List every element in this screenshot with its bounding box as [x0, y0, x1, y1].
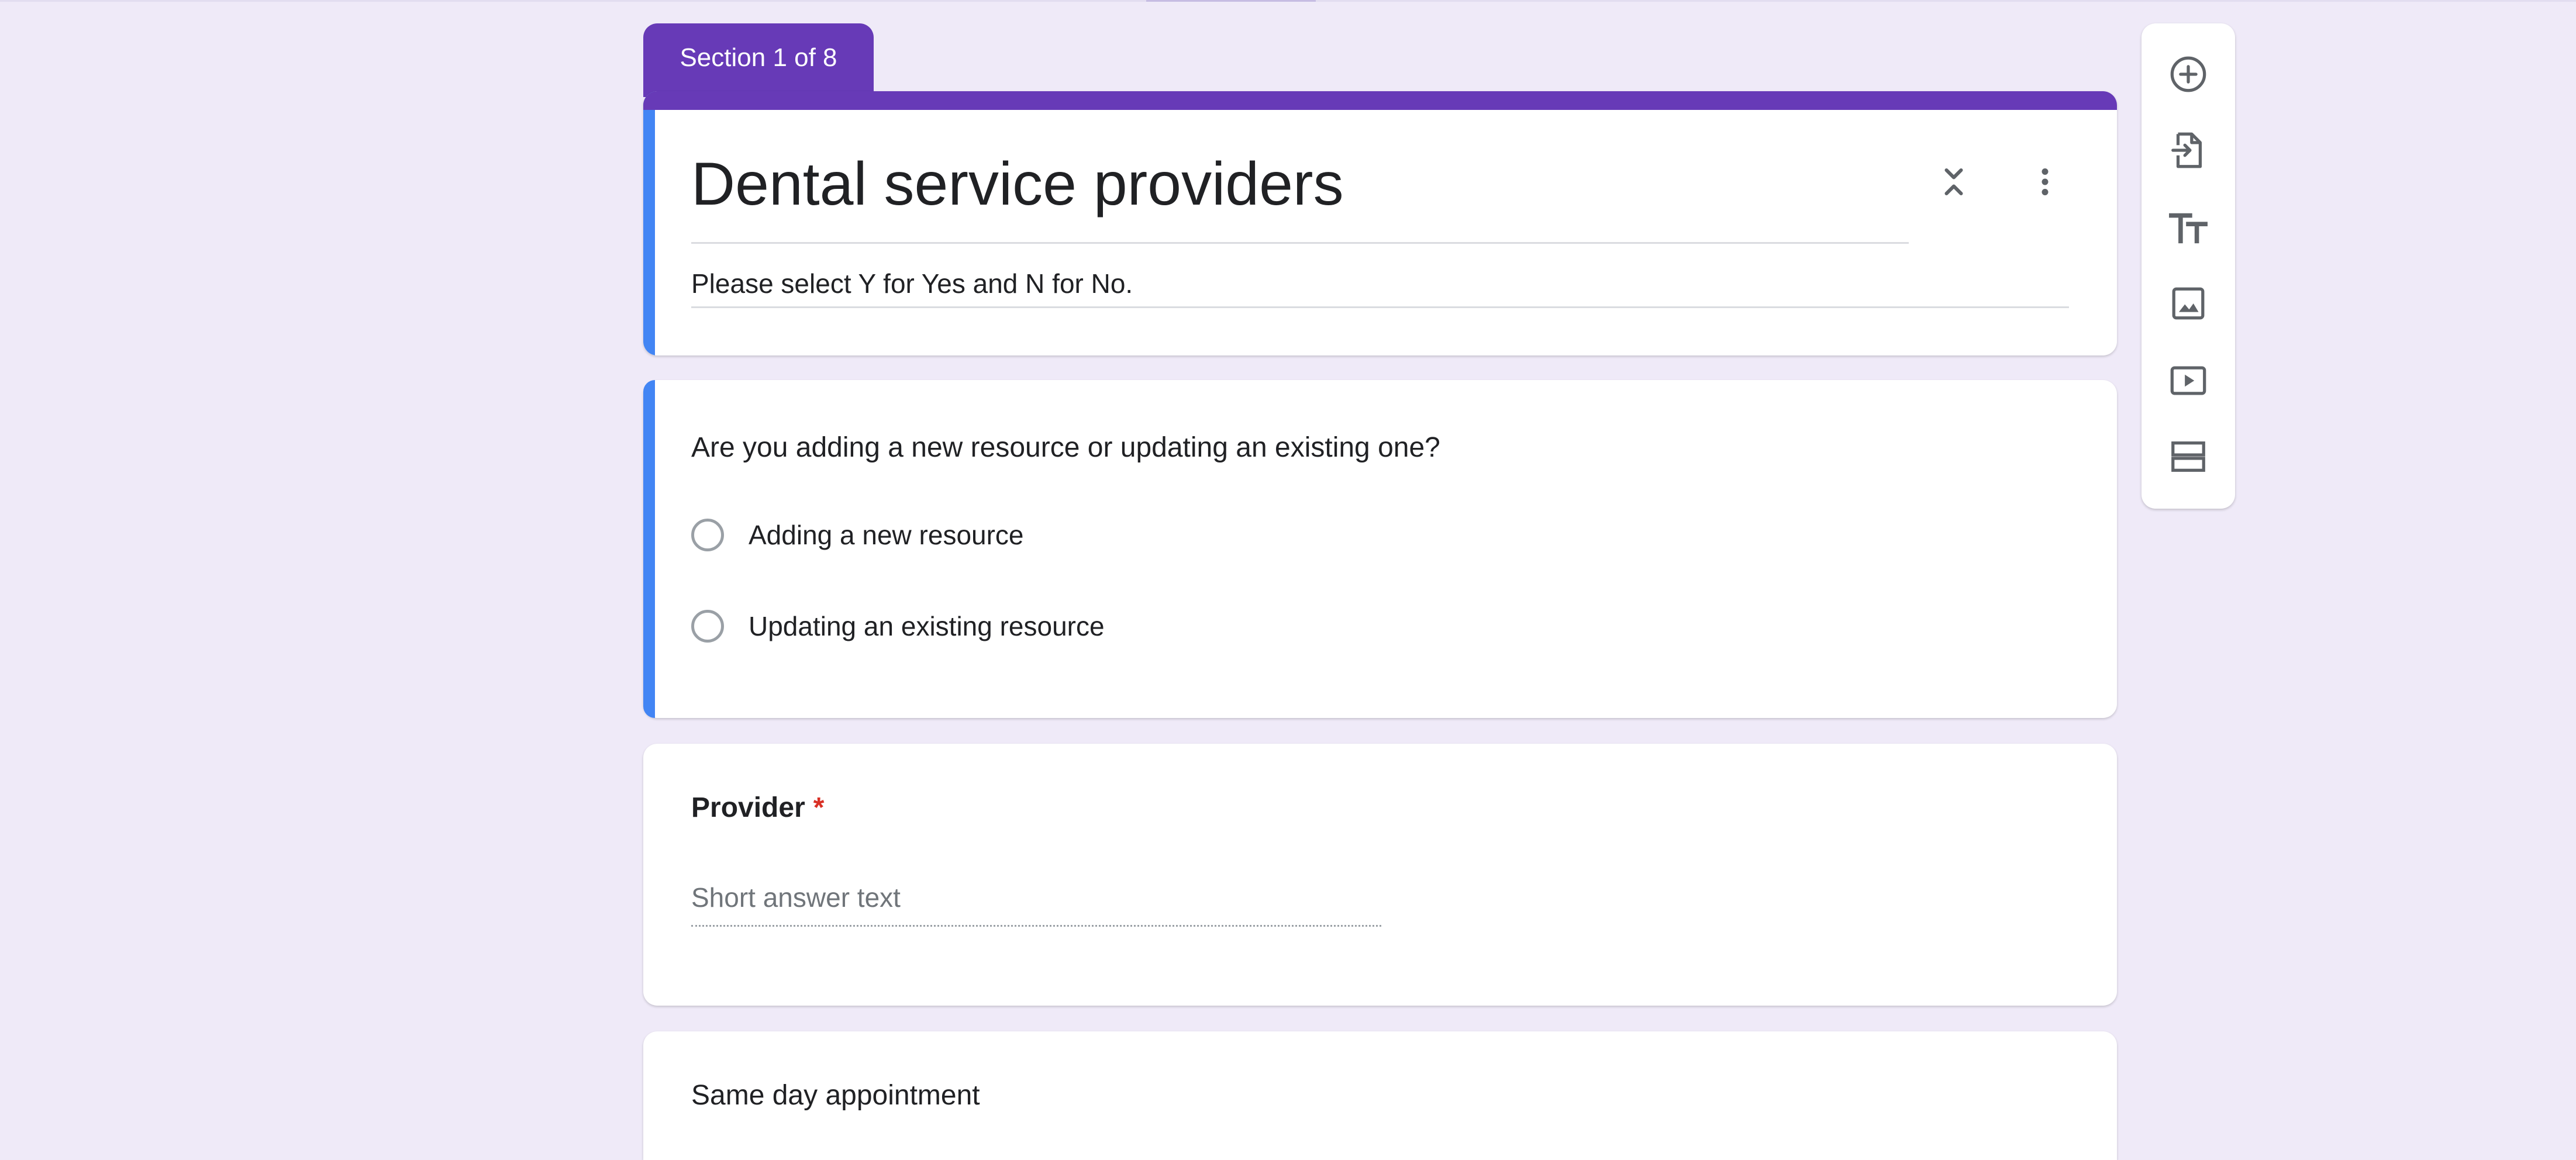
collapse-section-button[interactable]: [1927, 156, 1980, 208]
theme-color-bar: [643, 91, 2117, 110]
add-video-icon: [2170, 366, 2206, 395]
option-adding-new-resource[interactable]: Adding a new resource: [691, 515, 1024, 555]
question-card-provider[interactable]: Provider * Short answer text: [643, 744, 2117, 1006]
import-questions-button[interactable]: [2162, 124, 2215, 177]
form-description[interactable]: Please select Y for Yes and N for No.: [691, 268, 1133, 299]
more-vert-icon: [2042, 168, 2049, 195]
add-image-icon: [2172, 287, 2205, 320]
question-card-same-day-appointment[interactable]: Same day appointment: [643, 1031, 2117, 1160]
question-title: Are you adding a new resource or updatin…: [691, 432, 1440, 463]
question-title: Provider *: [691, 792, 824, 824]
section-tab-label: Section 1 of 8: [680, 43, 837, 72]
form-header-card[interactable]: Dental service providers Please select Y…: [643, 91, 2117, 355]
import-questions-icon: [2171, 132, 2202, 168]
required-asterisk: *: [813, 792, 825, 823]
question-title: Same day appointment: [691, 1080, 980, 1111]
section-tab: Section 1 of 8: [643, 23, 874, 97]
add-question-icon: [2170, 56, 2206, 92]
top-border: [0, 0, 2576, 2]
more-options-button[interactable]: [2019, 156, 2071, 208]
short-answer-placeholder[interactable]: Short answer text: [691, 882, 901, 913]
add-image-button[interactable]: [2162, 277, 2215, 330]
add-section-button[interactable]: [2162, 430, 2215, 483]
collapse-icon: [1944, 168, 1963, 195]
option-label: Updating an existing resource: [749, 611, 1105, 641]
short-answer-underline: [691, 925, 1381, 927]
title-underline: [691, 242, 1909, 244]
description-underline: [691, 306, 2069, 308]
radio-button[interactable]: [691, 610, 724, 643]
add-title-icon: [2169, 213, 2208, 244]
radio-button[interactable]: [691, 519, 724, 551]
top-border-indicator: [1146, 0, 1316, 2]
question-title-text: Provider: [691, 792, 805, 823]
add-title-button[interactable]: [2162, 201, 2215, 254]
form-title[interactable]: Dental service providers: [691, 150, 1344, 219]
add-section-icon: [2171, 441, 2205, 472]
add-video-button[interactable]: [2162, 354, 2215, 407]
option-updating-existing-resource[interactable]: Updating an existing resource: [691, 606, 1105, 647]
add-question-button[interactable]: [2162, 48, 2215, 101]
floating-toolbar: [2142, 23, 2235, 509]
option-label: Adding a new resource: [749, 520, 1024, 550]
